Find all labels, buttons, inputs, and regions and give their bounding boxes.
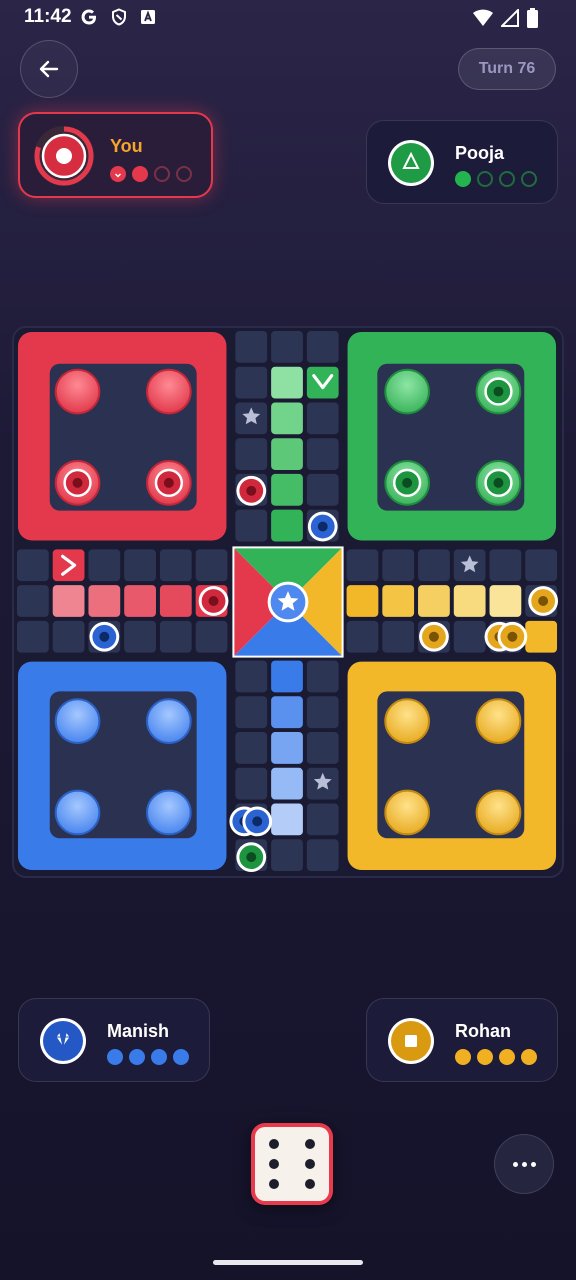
center-finish	[232, 546, 344, 658]
home-slot[interactable]	[146, 789, 192, 836]
red-token[interactable]	[146, 460, 192, 506]
home-slot[interactable]	[384, 368, 430, 415]
green-token[interactable]	[384, 460, 430, 506]
turn-counter: Turn 76	[458, 48, 556, 90]
pip-pooja-4	[521, 171, 537, 187]
progress-pips-manish	[107, 1049, 189, 1065]
pip-manish-4	[173, 1049, 189, 1065]
red-token[interactable]	[198, 586, 229, 616]
home-slot[interactable]	[54, 698, 101, 744]
more-options-button[interactable]	[494, 1134, 554, 1194]
translate-a-icon	[141, 10, 155, 24]
pip-rohan-4	[521, 1049, 537, 1065]
player-avatar-manish	[40, 1018, 86, 1064]
home-slot[interactable]	[384, 698, 430, 744]
more-horizontal-icon	[512, 1161, 518, 1167]
pip-manish-2	[129, 1049, 145, 1065]
player-card-rohan: Rohan	[366, 998, 558, 1082]
pip-pooja-3	[499, 171, 515, 187]
dice-dot	[305, 1139, 315, 1149]
red-token[interactable]	[236, 475, 267, 506]
home-slot[interactable]	[384, 789, 430, 836]
battery-icon	[527, 8, 538, 28]
yellow-token[interactable]	[497, 621, 528, 652]
home-slot[interactable]	[475, 789, 522, 836]
pip-you-2	[132, 166, 148, 182]
green-token[interactable]	[475, 368, 522, 415]
more-dot	[530, 1161, 536, 1167]
player-avatar-you	[34, 126, 94, 186]
blue-token[interactable]	[89, 621, 120, 652]
blue-token[interactable]	[242, 806, 273, 837]
pip-manish-3	[151, 1049, 167, 1065]
progress-pips-rohan	[455, 1049, 537, 1065]
ludo-board	[12, 326, 564, 878]
home-slot[interactable]	[54, 789, 101, 836]
red-home-yard	[17, 331, 227, 541]
blue-home-yard	[17, 661, 227, 871]
pip-pooja-2	[477, 171, 493, 187]
dice-dot	[269, 1159, 279, 1169]
red-token[interactable]	[54, 460, 101, 506]
more-dot	[521, 1161, 527, 1167]
pip-you-1	[110, 166, 126, 182]
dice-dot	[269, 1139, 279, 1149]
player-avatar-rohan	[388, 1018, 434, 1064]
pip-manish-1	[107, 1049, 123, 1065]
back-button[interactable]	[20, 40, 78, 98]
dice-face-six	[255, 1127, 329, 1201]
green-home-column	[269, 364, 305, 544]
pip-pooja-1	[455, 171, 471, 187]
player-card-pooja: Pooja	[366, 120, 558, 204]
player-name-manish: Manish	[107, 1021, 170, 1041]
status-time: 11:42	[24, 6, 72, 27]
progress-pips-you	[110, 166, 192, 182]
player-card-manish: Manish	[18, 998, 210, 1082]
yellow-token[interactable]	[419, 621, 449, 652]
dice-button[interactable]	[251, 1123, 333, 1205]
dice-dot	[305, 1179, 315, 1189]
pip-rohan-1	[455, 1049, 471, 1065]
home-slot[interactable]	[146, 368, 192, 415]
player-name-you: You	[110, 136, 143, 156]
yellow-token[interactable]	[528, 586, 559, 616]
progress-pips-pooja	[455, 171, 537, 187]
player-name-rohan: Rohan	[455, 1021, 511, 1041]
green-token[interactable]	[475, 460, 522, 506]
dice-dot	[305, 1159, 315, 1169]
player-avatar-pooja	[388, 140, 434, 186]
player-name-pooja: Pooja	[455, 143, 505, 163]
player-card-you: You	[18, 112, 213, 198]
green-home-yard	[347, 331, 557, 541]
home-indicator[interactable]	[213, 1260, 363, 1265]
yellow-home-yard	[347, 661, 557, 871]
green-token[interactable]	[236, 842, 267, 873]
status-bar: 11:42	[0, 0, 576, 36]
blue-home-column	[269, 658, 305, 838]
signal-icon	[501, 9, 519, 27]
pip-you-4	[176, 166, 192, 182]
google-g-icon	[81, 9, 96, 25]
home-slot[interactable]	[54, 368, 101, 415]
shield-icon	[112, 8, 126, 26]
home-slot[interactable]	[475, 698, 522, 744]
dice-dot	[269, 1179, 279, 1189]
square-icon	[405, 1035, 417, 1047]
pip-rohan-2	[477, 1049, 493, 1065]
arrow-left-icon	[39, 60, 59, 78]
blue-token[interactable]	[307, 511, 338, 542]
pip-rohan-3	[499, 1049, 515, 1065]
home-slot[interactable]	[146, 698, 192, 744]
pip-you-3	[154, 166, 170, 182]
yellow-home-column	[344, 583, 524, 619]
wifi-icon	[473, 9, 493, 26]
